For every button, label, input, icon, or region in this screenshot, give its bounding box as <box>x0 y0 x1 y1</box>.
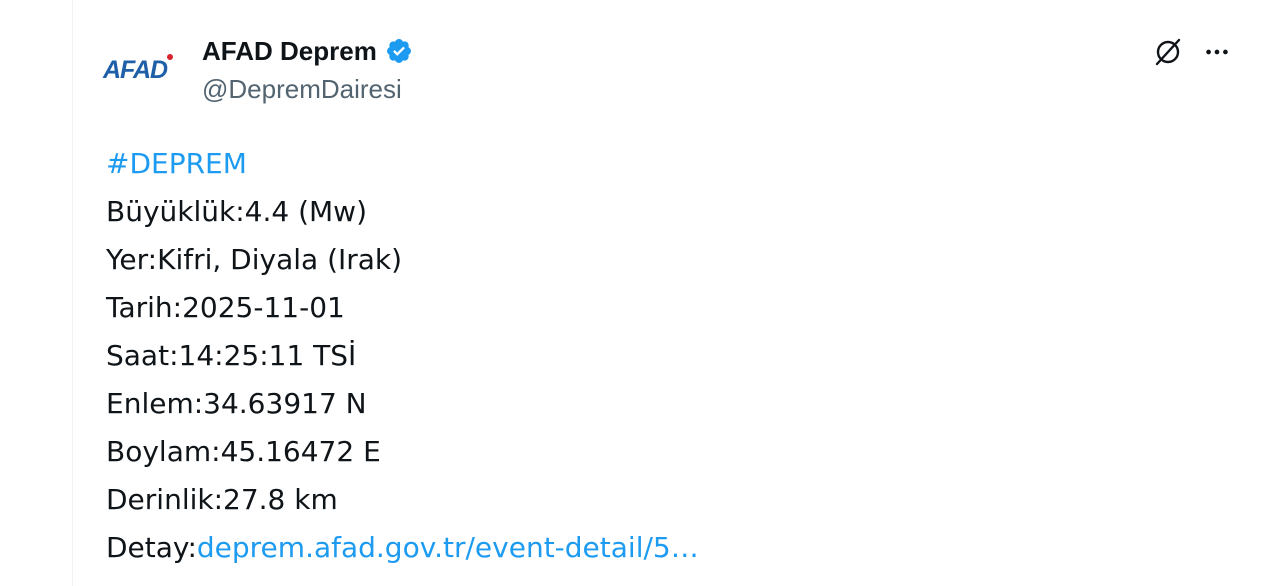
detail-line: Detay:deprem.afad.gov.tr/event-detail/5… <box>106 524 1256 572</box>
line-value: 27.8 km <box>223 483 338 516</box>
line-label: Saat: <box>106 339 179 372</box>
location-line: Yer:Kifri, Diyala (Irak) <box>106 236 1256 284</box>
latitude-line: Enlem:34.63917 N <box>106 380 1256 428</box>
line-value: 4.4 (Mw) <box>244 195 368 228</box>
afad-logo: AFAD <box>103 53 174 85</box>
page: AFAD AFAD Deprem @DepremDairesi #DEPREM … <box>0 0 1280 586</box>
line-label: Enlem: <box>106 387 204 420</box>
line-label: Derinlik: <box>106 483 224 516</box>
line-label: Yer: <box>106 243 158 276</box>
line-label: Boylam: <box>106 435 221 468</box>
detail-link[interactable]: deprem.afad.gov.tr/event-detail/5… <box>197 531 699 564</box>
display-name[interactable]: AFAD Deprem <box>202 36 377 67</box>
line-value: 34.63917 N <box>203 387 367 420</box>
magnitude-line: Büyüklük:4.4 (Mw) <box>106 188 1256 236</box>
detail-label: Detay: <box>106 531 197 564</box>
depth-line: Derinlik:27.8 km <box>106 476 1256 524</box>
hashtag-link[interactable]: #DEPREM <box>106 147 247 180</box>
author-name-row: AFAD Deprem <box>202 34 413 68</box>
more-horizontal-icon <box>1202 37 1232 72</box>
time-line: Saat:14:25:11 TSİ <box>106 332 1256 380</box>
line-label: Büyüklük: <box>106 195 245 228</box>
line-value: 14:25:11 TSİ <box>178 339 357 372</box>
date-line: Tarih:2025-11-01 <box>106 284 1256 332</box>
line-value: 45.16472 E <box>220 435 381 468</box>
line-label: Tarih: <box>106 291 183 324</box>
line-value: 2025-11-01 <box>182 291 345 324</box>
grok-button[interactable] <box>1150 36 1186 72</box>
verified-badge-icon[interactable] <box>385 37 413 65</box>
grok-icon <box>1152 36 1184 73</box>
hashtag-line: #DEPREM <box>106 140 1256 188</box>
longitude-line: Boylam:45.16472 E <box>106 428 1256 476</box>
tweet-text: #DEPREM Büyüklük:4.4 (Mw) Yer:Kifri, Diy… <box>106 140 1256 572</box>
author-handle[interactable]: @DepremDairesi <box>202 74 402 105</box>
tweet: AFAD AFAD Deprem @DepremDairesi #DEPREM … <box>73 0 1280 586</box>
logo-dot <box>167 53 174 60</box>
line-value: Kifri, Diyala (Irak) <box>157 243 403 276</box>
avatar[interactable]: AFAD <box>103 42 183 98</box>
more-button[interactable] <box>1199 36 1235 72</box>
